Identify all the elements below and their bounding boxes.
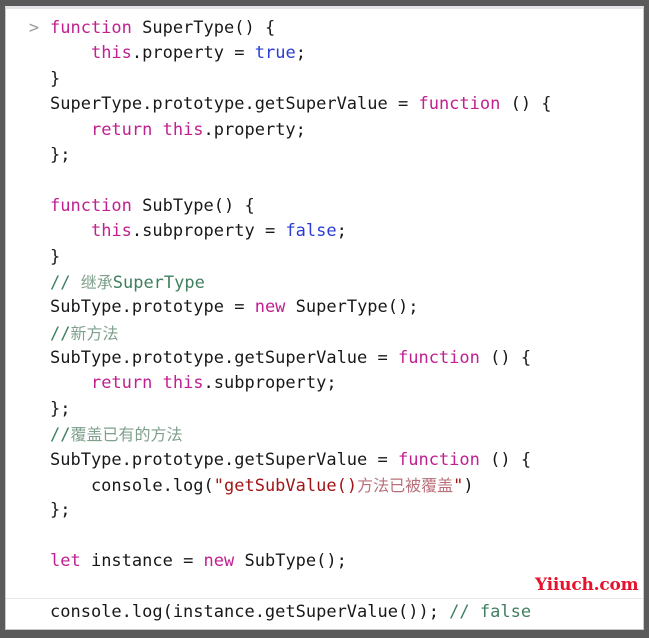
code-line: } xyxy=(6,245,643,270)
code-line: SubType.prototype.getSuperValue = functi… xyxy=(6,346,643,371)
code-token: false xyxy=(285,221,337,242)
code-token: } xyxy=(50,68,61,89)
code-token: // xyxy=(50,425,71,446)
code-token: }; xyxy=(50,144,71,165)
code-token: }; xyxy=(50,398,71,419)
code-line: return this.property; xyxy=(6,118,643,143)
code-token: ; xyxy=(295,43,306,64)
code-line: this.property = true; xyxy=(6,41,643,66)
code-line: }; xyxy=(6,143,643,168)
code-line: function SubType() { xyxy=(6,194,643,219)
code-token: instance = xyxy=(80,551,204,572)
code-token: " xyxy=(453,476,464,497)
code-token: "getSubValue() xyxy=(213,476,358,497)
code-token: 继承 xyxy=(80,272,113,292)
code-token: } xyxy=(50,246,61,267)
code-token: this xyxy=(90,221,132,242)
code-token: () { xyxy=(479,449,532,470)
code-token: SuperType.prototype.getSuperValue = xyxy=(50,94,419,115)
code-token: this xyxy=(90,43,132,64)
code-token: ) xyxy=(463,476,474,497)
code-line xyxy=(6,524,643,549)
code-line: SubType.prototype = new SuperType(); xyxy=(6,295,643,320)
code-token: return this xyxy=(90,119,204,140)
prompt-chevron-icon: > xyxy=(28,18,40,38)
code-token: new xyxy=(203,551,235,572)
code-line: let instance = new SubType(); xyxy=(6,549,643,574)
code-token: ; xyxy=(336,221,347,242)
code-token: .subproperty = xyxy=(131,221,286,242)
code-token: function xyxy=(50,18,132,38)
code-line: return this.subproperty; xyxy=(6,371,643,396)
code-token: // xyxy=(50,272,81,293)
code-token: }; xyxy=(50,500,71,521)
code-line: // 继承SuperType xyxy=(6,270,643,295)
console-panel: > function SuperType() { this.property = … xyxy=(0,0,649,638)
code-token: function xyxy=(50,195,132,216)
code-line: > function SuperType() { xyxy=(6,16,643,41)
console-inner-surface: > function SuperType() { this.property = … xyxy=(5,6,644,630)
code-token: // xyxy=(50,323,71,344)
code-token: SubType(); xyxy=(234,551,347,572)
console-output-row: getSubValue()方法已被覆盖 xyxy=(6,601,341,629)
code-token: SubType() { xyxy=(131,195,255,216)
code-line: //覆盖已有的方法 xyxy=(6,422,643,447)
code-token: .subproperty; xyxy=(203,373,337,394)
code-token: new xyxy=(254,297,286,318)
code-token: console.log( xyxy=(50,476,214,497)
result-divider xyxy=(6,598,643,599)
code-line: this.subproperty = false; xyxy=(6,219,643,244)
code-token: () { xyxy=(479,348,532,369)
code-token: let xyxy=(50,551,81,572)
code-token: SuperType xyxy=(112,272,205,293)
code-token: // false xyxy=(449,601,532,622)
code-token: 新方法 xyxy=(70,323,119,343)
code-token: SubType.prototype.getSuperValue = xyxy=(50,348,398,369)
code-line: console.log("getSubValue()方法已被覆盖") xyxy=(6,473,643,498)
code-token: SuperType(); xyxy=(285,297,419,318)
code-token: function xyxy=(398,449,480,470)
code-token: function xyxy=(418,94,501,115)
code-token: 方法已被覆盖 xyxy=(357,476,454,496)
code-token: return this xyxy=(90,373,204,394)
code-editor-area[interactable]: > function SuperType() { this.property = … xyxy=(6,9,643,625)
code-line xyxy=(6,575,643,600)
code-token: .property; xyxy=(203,119,306,140)
code-line: //新方法 xyxy=(6,321,643,346)
code-token: true xyxy=(254,43,296,64)
code-token: SubType.prototype.getSuperValue = xyxy=(50,449,398,470)
code-token: SuperType() { xyxy=(131,18,276,38)
code-line: } xyxy=(6,67,643,92)
code-token: () { xyxy=(500,94,552,115)
code-token: function xyxy=(398,348,480,369)
code-token: 覆盖已有的方法 xyxy=(70,425,183,445)
code-token: .property = xyxy=(131,43,255,64)
code-line: SuperType.prototype.getSuperValue = func… xyxy=(6,92,643,117)
code-line: }; xyxy=(6,498,643,523)
code-line xyxy=(6,168,643,193)
code-line: SubType.prototype.getSuperValue = functi… xyxy=(6,448,643,473)
code-token: SubType.prototype = xyxy=(50,297,255,318)
code-line: }; xyxy=(6,397,643,422)
